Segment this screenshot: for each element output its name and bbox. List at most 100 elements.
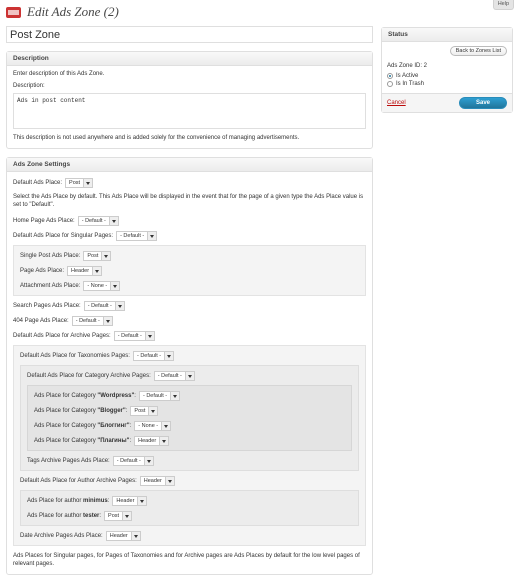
status-heading: Status — [382, 28, 512, 42]
category-row: Ads Place for Category "Wordpress": - De… — [34, 391, 345, 401]
help-tab[interactable]: Help — [492, 0, 514, 10]
category-archive-label: Default Ads Place for Category Archive P… — [27, 373, 151, 379]
singular-select[interactable]: - Default - — [116, 231, 158, 241]
category-label: Ads Place for Category "Blogger": — [34, 408, 128, 414]
category-select[interactable]: Header — [134, 436, 170, 446]
archive-select[interactable]: - Default - — [113, 331, 155, 341]
attachment-select[interactable]: - None - — [83, 281, 121, 291]
main-column: Description Enter description of this Ad… — [6, 26, 373, 575]
chevron-down-icon — [122, 512, 132, 520]
author-group: Ads Place for author minimus: Header Ads… — [20, 490, 359, 526]
tags-select[interactable]: - Default - — [112, 456, 154, 466]
chevron-down-icon — [148, 407, 158, 415]
description-textarea[interactable]: Ads in post content — [13, 93, 366, 129]
taxonomies-label: Default Ads Place for Taxonomies Pages: — [20, 353, 130, 359]
category-label: Ads Place for Category "Блоггинг": — [34, 423, 132, 429]
home-row: Home Page Ads Place: - Default - — [13, 216, 366, 226]
archive-row: Default Ads Place for Archive Pages: - D… — [13, 331, 366, 341]
search-label: Search Pages Ads Place: — [13, 303, 81, 309]
zone-name-input[interactable] — [6, 26, 373, 43]
taxonomies-row: Default Ads Place for Taxonomies Pages: … — [20, 351, 359, 361]
chevron-down-icon — [159, 437, 169, 445]
chevron-down-icon — [144, 332, 154, 340]
page-row: Page Ads Place: Header — [20, 266, 359, 276]
category-archive-row: Default Ads Place for Category Archive P… — [27, 371, 352, 381]
category-row: Ads Place for Category "Блоггинг": - Non… — [34, 421, 345, 431]
chevron-down-icon — [83, 179, 93, 187]
chevron-down-icon — [130, 532, 140, 540]
taxonomies-select[interactable]: - Default - — [132, 351, 175, 361]
category-label: Ads Place for Category "Плагины": — [34, 438, 132, 444]
author-archive-select[interactable]: Header — [139, 476, 175, 486]
singular-group: Single Post Ads Place: Post Page Ads Pla… — [13, 245, 366, 296]
notfound-row: 404 Page Ads Place: - Default - — [13, 316, 366, 326]
page-label: Page Ads Place: — [20, 268, 65, 274]
page-select[interactable]: Header — [67, 266, 103, 276]
chevron-down-icon — [102, 317, 112, 325]
archive-label: Default Ads Place for Archive Pages: — [13, 333, 111, 339]
home-select[interactable]: - Default - — [77, 216, 119, 226]
author-row: Ads Place for author tester: Post — [27, 511, 352, 521]
description-label: Description: — [13, 83, 45, 89]
page-title: Edit Ads Zone (2) — [27, 4, 119, 19]
category-row: Ads Place for Category "Blogger": Post — [34, 406, 345, 416]
page-header: Edit Ads Zone (2) — [6, 4, 119, 20]
chevron-down-icon — [184, 372, 194, 380]
category-select[interactable]: - None - — [134, 421, 172, 431]
chevron-down-icon — [143, 457, 153, 465]
chevron-down-icon — [108, 217, 118, 225]
category-archive-select[interactable]: - Default - — [153, 371, 195, 381]
author-label: Ads Place for author tester: — [27, 513, 102, 519]
default-ads-place-help: Select the Ads Place by default. This Ad… — [13, 194, 364, 208]
date-label: Date Archive Pages Ads Place: — [20, 533, 103, 539]
author-archive-label: Default Ads Place for Author Archive Pag… — [20, 478, 137, 484]
author-select[interactable]: Post — [104, 511, 133, 521]
category-row: Ads Place for Category "Плагины": Header — [34, 436, 345, 446]
single-post-select[interactable]: Post — [83, 251, 112, 261]
search-row: Search Pages Ads Place: - Default - — [13, 301, 366, 311]
cancel-link[interactable]: Cancel — [387, 100, 406, 106]
description-heading: Description — [7, 52, 372, 66]
single-post-label: Single Post Ads Place: — [20, 253, 81, 259]
category-select[interactable]: Post — [130, 406, 159, 416]
default-ads-place-label: Default Ads Place: — [13, 180, 63, 186]
author-row: Ads Place for author minimus: Header — [27, 496, 352, 506]
settings-heading: Ads Zone Settings — [7, 158, 372, 172]
zone-id: Ads Zone ID: 2 — [387, 63, 428, 69]
search-select[interactable]: - Default - — [83, 301, 125, 311]
active-radio[interactable]: Is Active — [387, 72, 507, 80]
chevron-down-icon — [92, 267, 102, 275]
date-row: Date Archive Pages Ads Place: Header — [20, 531, 359, 541]
trash-label: Is In Trash — [396, 81, 425, 87]
settings-box: Ads Zone Settings Default Ads Place: Pos… — [6, 157, 373, 575]
chevron-down-icon — [101, 252, 111, 260]
save-button[interactable]: Save — [458, 97, 507, 109]
radio-checked-icon — [387, 73, 393, 79]
chevron-down-icon — [147, 232, 157, 240]
status-box: Status Back to Zones List Ads Zone ID: 2… — [381, 27, 513, 113]
chevron-down-icon — [137, 497, 147, 505]
trash-radio[interactable]: Is In Trash — [387, 80, 507, 88]
archive-group: Default Ads Place for Taxonomies Pages: … — [13, 345, 366, 546]
default-ads-place-row: Default Ads Place: Post — [13, 178, 366, 188]
category-select[interactable]: - Default - — [138, 391, 181, 401]
author-label: Ads Place for author minimus: — [27, 498, 110, 504]
notfound-label: 404 Page Ads Place: — [13, 318, 69, 324]
radio-unchecked-icon — [387, 81, 393, 87]
chevron-down-icon — [114, 302, 124, 310]
author-select[interactable]: Header — [112, 496, 148, 506]
chevron-down-icon — [170, 392, 180, 400]
category-label: Ads Place for Category "Wordpress": — [34, 393, 136, 399]
chevron-down-icon — [164, 477, 174, 485]
active-label: Is Active — [396, 73, 419, 79]
ads-zone-icon — [6, 6, 21, 18]
date-select[interactable]: Header — [105, 531, 141, 541]
single-post-row: Single Post Ads Place: Post — [20, 251, 359, 261]
notfound-select[interactable]: - Default - — [71, 316, 113, 326]
default-ads-place-select[interactable]: Post — [65, 178, 94, 188]
attachment-label: Attachment Ads Place: — [20, 283, 81, 289]
attachment-row: Attachment Ads Place: - None - — [20, 281, 359, 291]
tags-row: Tags Archive Pages Ads Place: - Default … — [27, 456, 352, 466]
author-archive-row: Default Ads Place for Author Archive Pag… — [20, 476, 359, 486]
back-to-zones-button[interactable]: Back to Zones List — [449, 46, 507, 56]
